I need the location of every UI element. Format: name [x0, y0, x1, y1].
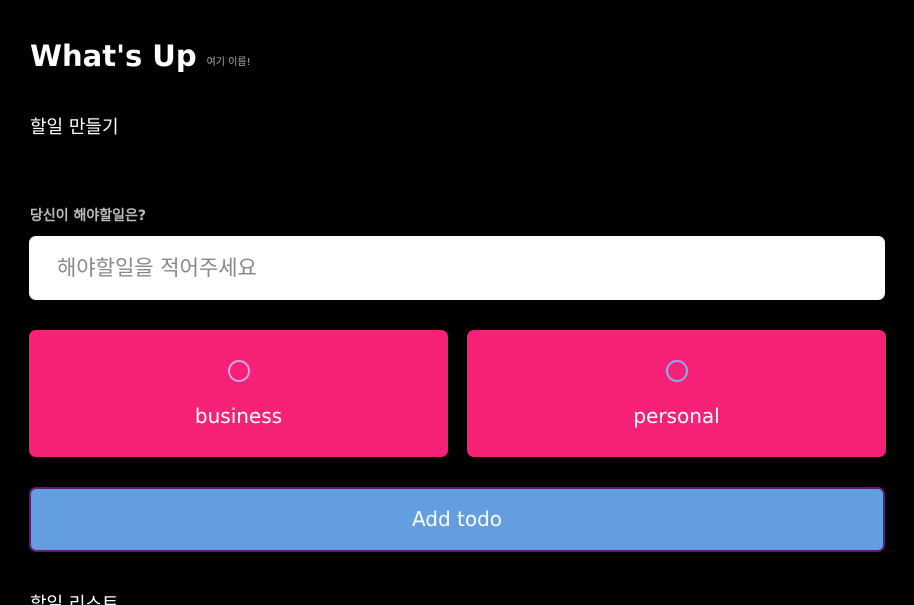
todo-question-label: 당신이 해야할일은? — [30, 208, 147, 224]
category-personal-option[interactable]: personal — [467, 330, 886, 457]
app-title: What's Up — [30, 39, 197, 73]
category-business-label: business — [194, 404, 283, 428]
app-subtitle: 여기 이름! — [206, 57, 251, 68]
category-business-option[interactable]: business — [29, 330, 448, 457]
add-todo-button[interactable]: Add todo — [29, 487, 885, 552]
category-personal-label: personal — [633, 404, 720, 428]
app-header: What's Up 여기 이름! — [30, 38, 251, 74]
business-radio[interactable] — [227, 360, 250, 382]
todo-app: What's Up 여기 이름! 할일 만들기 당신이 해야할일은? busin… — [0, 0, 914, 605]
personal-radio[interactable] — [665, 360, 688, 382]
todo-list-heading: 할일 리스트 — [30, 594, 119, 605]
create-todo-heading: 할일 만들기 — [30, 117, 119, 138]
todo-input[interactable] — [29, 236, 885, 300]
